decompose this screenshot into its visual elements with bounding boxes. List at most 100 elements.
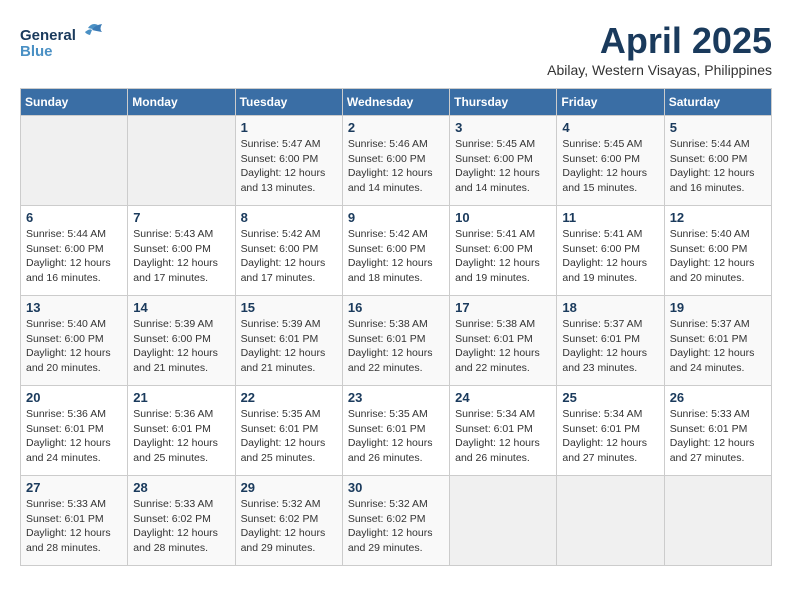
day-number: 15 [241, 300, 337, 315]
day-info: Sunrise: 5:40 AMSunset: 6:00 PMDaylight:… [670, 227, 766, 286]
calendar-cell: 14 Sunrise: 5:39 AMSunset: 6:00 PMDayligh… [128, 296, 235, 386]
day-number: 16 [348, 300, 444, 315]
calendar-cell: 5 Sunrise: 5:44 AMSunset: 6:00 PMDaylight… [664, 116, 771, 206]
day-number: 6 [26, 210, 122, 225]
calendar-cell: 10Sunrise: 5:41 AMSunset: 6:00 PMDayligh… [450, 206, 557, 296]
calendar-cell: 22 Sunrise: 5:35 AMSunset: 6:01 PMDayligh… [235, 386, 342, 476]
calendar-cell: 9 Sunrise: 5:42 AMSunset: 6:00 PMDaylight… [342, 206, 449, 296]
header-day-tuesday: Tuesday [235, 89, 342, 116]
week-row-3: 13Sunrise: 5:40 AMSunset: 6:00 PMDayligh… [21, 296, 772, 386]
day-number: 5 [670, 120, 766, 135]
calendar-cell [450, 476, 557, 566]
day-info: Sunrise: 5:38 AMSunset: 6:01 PMDaylight:… [348, 317, 444, 376]
day-info: Sunrise: 5:38 AMSunset: 6:01 PMDaylight:… [455, 317, 551, 376]
day-info: Sunrise: 5:44 AMSunset: 6:00 PMDaylight:… [670, 137, 766, 196]
calendar-cell [128, 116, 235, 206]
day-number: 7 [133, 210, 229, 225]
week-row-2: 6 Sunrise: 5:44 AMSunset: 6:00 PMDaylight… [21, 206, 772, 296]
calendar-cell: 18Sunrise: 5:37 AMSunset: 6:01 PMDayligh… [557, 296, 664, 386]
day-number: 30 [348, 480, 444, 495]
day-number: 14 [133, 300, 229, 315]
day-info: Sunrise: 5:36 AMSunset: 6:01 PMDaylight:… [26, 407, 122, 466]
day-info: Sunrise: 5:35 AMSunset: 6:01 PMDaylight:… [241, 407, 337, 466]
day-info: Sunrise: 5:45 AMSunset: 6:00 PMDaylight:… [455, 137, 551, 196]
day-info: Sunrise: 5:33 AMSunset: 6:02 PMDaylight:… [133, 497, 229, 556]
calendar-cell: 13Sunrise: 5:40 AMSunset: 6:00 PMDayligh… [21, 296, 128, 386]
header-day-thursday: Thursday [450, 89, 557, 116]
header-row: SundayMondayTuesdayWednesdayThursdayFrid… [21, 89, 772, 116]
calendar-cell: 8 Sunrise: 5:42 AMSunset: 6:00 PMDaylight… [235, 206, 342, 296]
day-info: Sunrise: 5:45 AMSunset: 6:00 PMDaylight:… [562, 137, 658, 196]
calendar-cell [664, 476, 771, 566]
calendar-cell: 12 Sunrise: 5:40 AMSunset: 6:00 PMDayligh… [664, 206, 771, 296]
day-number: 18 [562, 300, 658, 315]
day-number: 25 [562, 390, 658, 405]
day-info: Sunrise: 5:39 AMSunset: 6:00 PMDaylight:… [133, 317, 229, 376]
day-number: 12 [670, 210, 766, 225]
day-number: 26 [670, 390, 766, 405]
day-info: Sunrise: 5:42 AMSunset: 6:00 PMDaylight:… [348, 227, 444, 286]
calendar-cell: 11Sunrise: 5:41 AMSunset: 6:00 PMDayligh… [557, 206, 664, 296]
day-info: Sunrise: 5:41 AMSunset: 6:00 PMDaylight:… [562, 227, 658, 286]
calendar-cell [21, 116, 128, 206]
week-row-1: 1Sunrise: 5:47 AMSunset: 6:00 PMDaylight… [21, 116, 772, 206]
day-number: 8 [241, 210, 337, 225]
day-number: 3 [455, 120, 551, 135]
month-title: April 2025 [547, 20, 772, 62]
calendar-cell: 26 Sunrise: 5:33 AMSunset: 6:01 PMDayligh… [664, 386, 771, 476]
calendar-table: SundayMondayTuesdayWednesdayThursdayFrid… [20, 88, 772, 566]
calendar-cell: 7 Sunrise: 5:43 AMSunset: 6:00 PMDaylight… [128, 206, 235, 296]
day-info: Sunrise: 5:32 AMSunset: 6:02 PMDaylight:… [348, 497, 444, 556]
day-info: Sunrise: 5:41 AMSunset: 6:00 PMDaylight:… [455, 227, 551, 286]
logo-svg: General Blue [20, 20, 110, 65]
day-number: 29 [241, 480, 337, 495]
day-number: 17 [455, 300, 551, 315]
calendar-cell: 23Sunrise: 5:35 AMSunset: 6:01 PMDayligh… [342, 386, 449, 476]
day-info: Sunrise: 5:43 AMSunset: 6:00 PMDaylight:… [133, 227, 229, 286]
day-number: 22 [241, 390, 337, 405]
day-number: 27 [26, 480, 122, 495]
day-number: 9 [348, 210, 444, 225]
day-number: 24 [455, 390, 551, 405]
week-row-4: 20 Sunrise: 5:36 AMSunset: 6:01 PMDayligh… [21, 386, 772, 476]
day-number: 28 [133, 480, 229, 495]
day-info: Sunrise: 5:33 AMSunset: 6:01 PMDaylight:… [670, 407, 766, 466]
calendar-cell: 21Sunrise: 5:36 AMSunset: 6:01 PMDayligh… [128, 386, 235, 476]
day-info: Sunrise: 5:34 AMSunset: 6:01 PMDaylight:… [455, 407, 551, 466]
day-number: 13 [26, 300, 122, 315]
subtitle: Abilay, Western Visayas, Philippines [547, 62, 772, 78]
calendar-cell: 17 Sunrise: 5:38 AMSunset: 6:01 PMDayligh… [450, 296, 557, 386]
page-header: General Blue April 2025 Abilay, Western … [20, 20, 772, 78]
calendar-cell: 1Sunrise: 5:47 AMSunset: 6:00 PMDaylight… [235, 116, 342, 206]
week-row-5: 27Sunrise: 5:33 AMSunset: 6:01 PMDayligh… [21, 476, 772, 566]
day-number: 23 [348, 390, 444, 405]
day-info: Sunrise: 5:37 AMSunset: 6:01 PMDaylight:… [670, 317, 766, 376]
day-info: Sunrise: 5:36 AMSunset: 6:01 PMDaylight:… [133, 407, 229, 466]
calendar-cell: 27Sunrise: 5:33 AMSunset: 6:01 PMDayligh… [21, 476, 128, 566]
header-day-sunday: Sunday [21, 89, 128, 116]
day-info: Sunrise: 5:39 AMSunset: 6:01 PMDaylight:… [241, 317, 337, 376]
day-number: 20 [26, 390, 122, 405]
calendar-cell: 30 Sunrise: 5:32 AMSunset: 6:02 PMDayligh… [342, 476, 449, 566]
logo: General Blue [20, 20, 110, 65]
calendar-cell: 29Sunrise: 5:32 AMSunset: 6:02 PMDayligh… [235, 476, 342, 566]
calendar-cell: 19 Sunrise: 5:37 AMSunset: 6:01 PMDayligh… [664, 296, 771, 386]
header-day-saturday: Saturday [664, 89, 771, 116]
calendar-cell: 20 Sunrise: 5:36 AMSunset: 6:01 PMDayligh… [21, 386, 128, 476]
calendar-cell: 4 Sunrise: 5:45 AMSunset: 6:00 PMDaylight… [557, 116, 664, 206]
svg-text:General: General [20, 27, 76, 44]
header-day-monday: Monday [128, 89, 235, 116]
calendar-cell: 28 Sunrise: 5:33 AMSunset: 6:02 PMDayligh… [128, 476, 235, 566]
day-info: Sunrise: 5:42 AMSunset: 6:00 PMDaylight:… [241, 227, 337, 286]
day-info: Sunrise: 5:44 AMSunset: 6:00 PMDaylight:… [26, 227, 122, 286]
calendar-cell: 3 Sunrise: 5:45 AMSunset: 6:00 PMDaylight… [450, 116, 557, 206]
day-number: 1 [241, 120, 337, 135]
svg-text:Blue: Blue [20, 43, 53, 60]
header-day-friday: Friday [557, 89, 664, 116]
calendar-cell [557, 476, 664, 566]
calendar-cell: 6 Sunrise: 5:44 AMSunset: 6:00 PMDaylight… [21, 206, 128, 296]
day-number: 4 [562, 120, 658, 135]
day-number: 19 [670, 300, 766, 315]
day-number: 2 [348, 120, 444, 135]
calendar-cell: 2Sunrise: 5:46 AMSunset: 6:00 PMDaylight… [342, 116, 449, 206]
